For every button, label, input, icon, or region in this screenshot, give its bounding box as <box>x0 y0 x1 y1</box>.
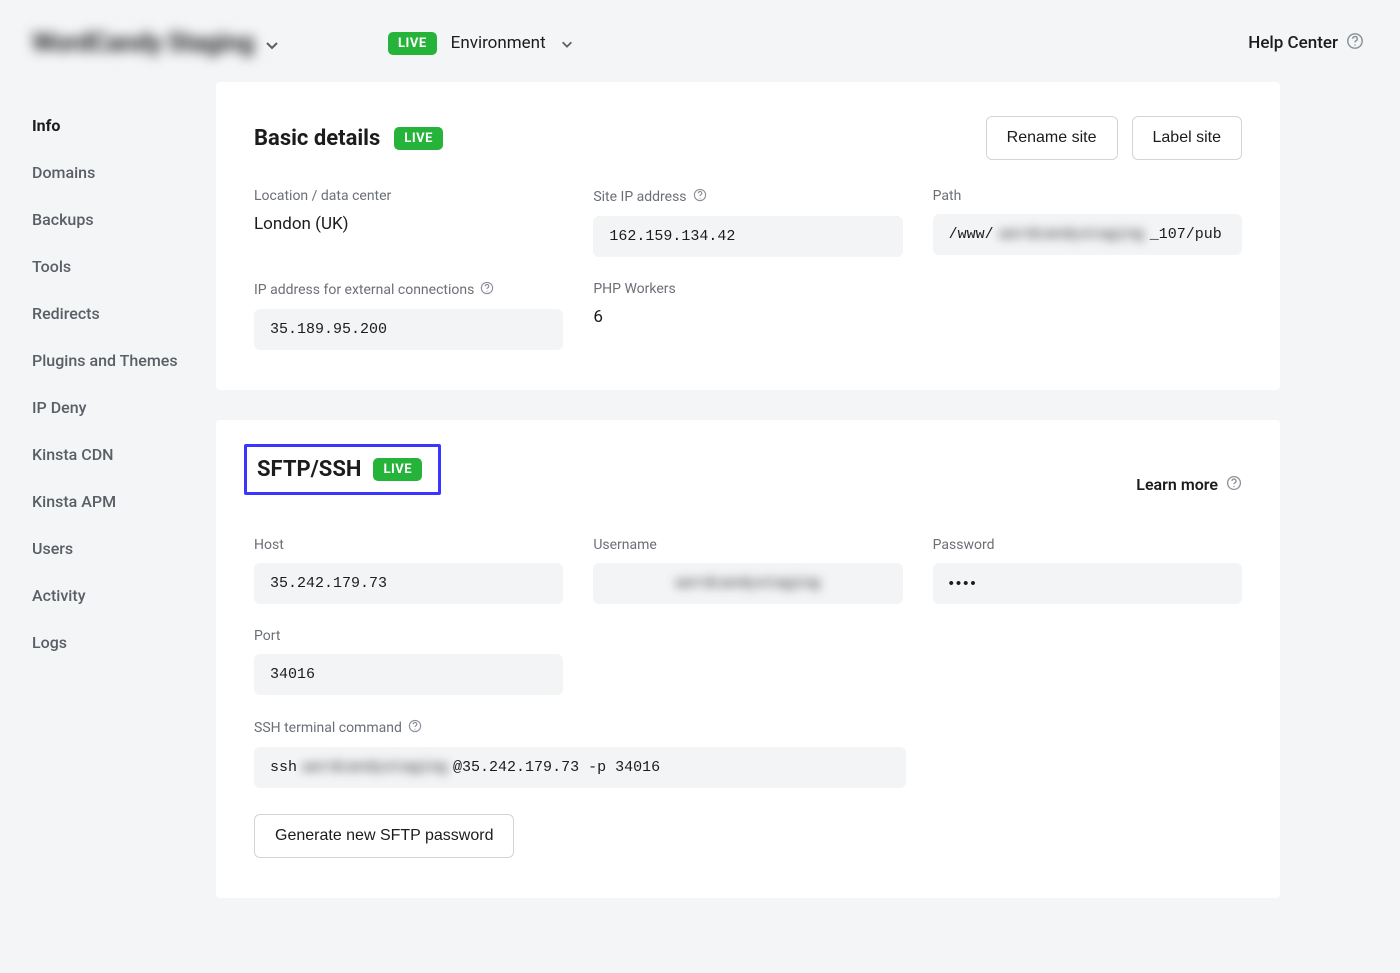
host-label: Host <box>254 537 563 553</box>
help-center-label: Help Center <box>1248 33 1338 53</box>
sftp-title-highlight: SFTP/SSH LIVE <box>244 444 441 495</box>
generate-sftp-password-button[interactable]: Generate new SFTP password <box>254 814 514 858</box>
environment-label: Environment <box>451 33 546 53</box>
port-value[interactable]: 34016 <box>254 654 563 695</box>
sidebar-item-users[interactable]: Users <box>32 525 216 572</box>
main-content: Basic details LIVE Rename site Label sit… <box>216 82 1316 968</box>
sidebar-item-plugins-themes[interactable]: Plugins and Themes <box>32 337 216 384</box>
sidebar-item-logs[interactable]: Logs <box>32 619 216 666</box>
site-ip-value[interactable]: 162.159.134.42 <box>593 216 902 257</box>
help-icon <box>1226 475 1242 495</box>
live-badge: LIVE <box>388 32 437 55</box>
sidebar-item-redirects[interactable]: Redirects <box>32 290 216 337</box>
field-ssh-command: SSH terminal command ssh wordcandystagin… <box>254 719 906 788</box>
help-icon[interactable] <box>693 188 707 206</box>
sidebar-item-kinsta-apm[interactable]: Kinsta APM <box>32 478 216 525</box>
field-username: Username wordcandystaging <box>593 537 902 604</box>
field-php-workers: PHP Workers 6 <box>593 281 902 350</box>
site-switcher[interactable]: WordCandy Staging <box>32 28 352 58</box>
location-label: Location / data center <box>254 188 563 204</box>
password-value[interactable]: •••• <box>933 563 1242 604</box>
php-workers-label: PHP Workers <box>593 281 902 297</box>
basic-details-panel: Basic details LIVE Rename site Label sit… <box>216 82 1280 390</box>
ssh-command-label: SSH terminal command <box>254 720 402 736</box>
sidebar-item-activity[interactable]: Activity <box>32 572 216 619</box>
field-port: Port 34016 <box>254 628 563 695</box>
external-ip-value[interactable]: 35.189.95.200 <box>254 309 563 350</box>
port-label: Port <box>254 628 563 644</box>
rename-site-button[interactable]: Rename site <box>986 116 1118 160</box>
sidebar-item-info[interactable]: Info <box>32 102 216 149</box>
ssh-command-value[interactable]: ssh wordcandystaging@35.242.179.73 -p 34… <box>254 747 906 788</box>
field-external-ip: IP address for external connections 35.1… <box>254 281 563 350</box>
help-icon[interactable] <box>480 281 494 299</box>
php-workers-value: 6 <box>593 307 902 327</box>
site-title: WordCandy Staging <box>32 28 254 58</box>
top-bar: WordCandy Staging LIVE Environment Help … <box>0 0 1400 58</box>
host-value[interactable]: 35.242.179.73 <box>254 563 563 604</box>
field-site-ip: Site IP address 162.159.134.42 <box>593 188 902 257</box>
site-ip-label: Site IP address <box>593 189 686 205</box>
field-path: Path /www/wordcandystaging_107/pub <box>933 188 1242 257</box>
help-icon <box>1346 32 1364 55</box>
field-location: Location / data center London (UK) <box>254 188 563 257</box>
chevron-down-icon <box>264 37 276 49</box>
field-host: Host 35.242.179.73 <box>254 537 563 604</box>
sidebar-item-backups[interactable]: Backups <box>32 196 216 243</box>
sidebar-item-kinsta-cdn[interactable]: Kinsta CDN <box>32 431 216 478</box>
live-badge: LIVE <box>394 127 443 150</box>
live-badge: LIVE <box>373 458 422 481</box>
sftp-ssh-panel: SFTP/SSH LIVE Learn more Host 35.242.179… <box>216 420 1280 898</box>
field-password: Password •••• <box>933 537 1242 604</box>
chevron-down-icon <box>560 37 572 49</box>
password-label: Password <box>933 537 1242 553</box>
learn-more-link[interactable]: Learn more <box>1136 475 1242 495</box>
sftp-title: SFTP/SSH <box>257 457 361 482</box>
username-label: Username <box>593 537 902 553</box>
path-label: Path <box>933 188 1242 204</box>
label-site-button[interactable]: Label site <box>1132 116 1243 160</box>
sidebar-item-ip-deny[interactable]: IP Deny <box>32 384 216 431</box>
help-center-link[interactable]: Help Center <box>1248 32 1364 55</box>
external-ip-label: IP address for external connections <box>254 282 474 298</box>
sidebar-nav: Info Domains Backups Tools Redirects Plu… <box>0 82 216 686</box>
location-value: London (UK) <box>254 214 563 234</box>
sidebar-item-tools[interactable]: Tools <box>32 243 216 290</box>
help-icon[interactable] <box>408 719 422 737</box>
path-value[interactable]: /www/wordcandystaging_107/pub <box>933 214 1242 255</box>
sidebar-item-domains[interactable]: Domains <box>32 149 216 196</box>
basic-details-title: Basic details <box>254 126 380 151</box>
username-value[interactable]: wordcandystaging <box>593 563 902 604</box>
environment-switcher[interactable]: LIVE Environment <box>388 32 572 55</box>
